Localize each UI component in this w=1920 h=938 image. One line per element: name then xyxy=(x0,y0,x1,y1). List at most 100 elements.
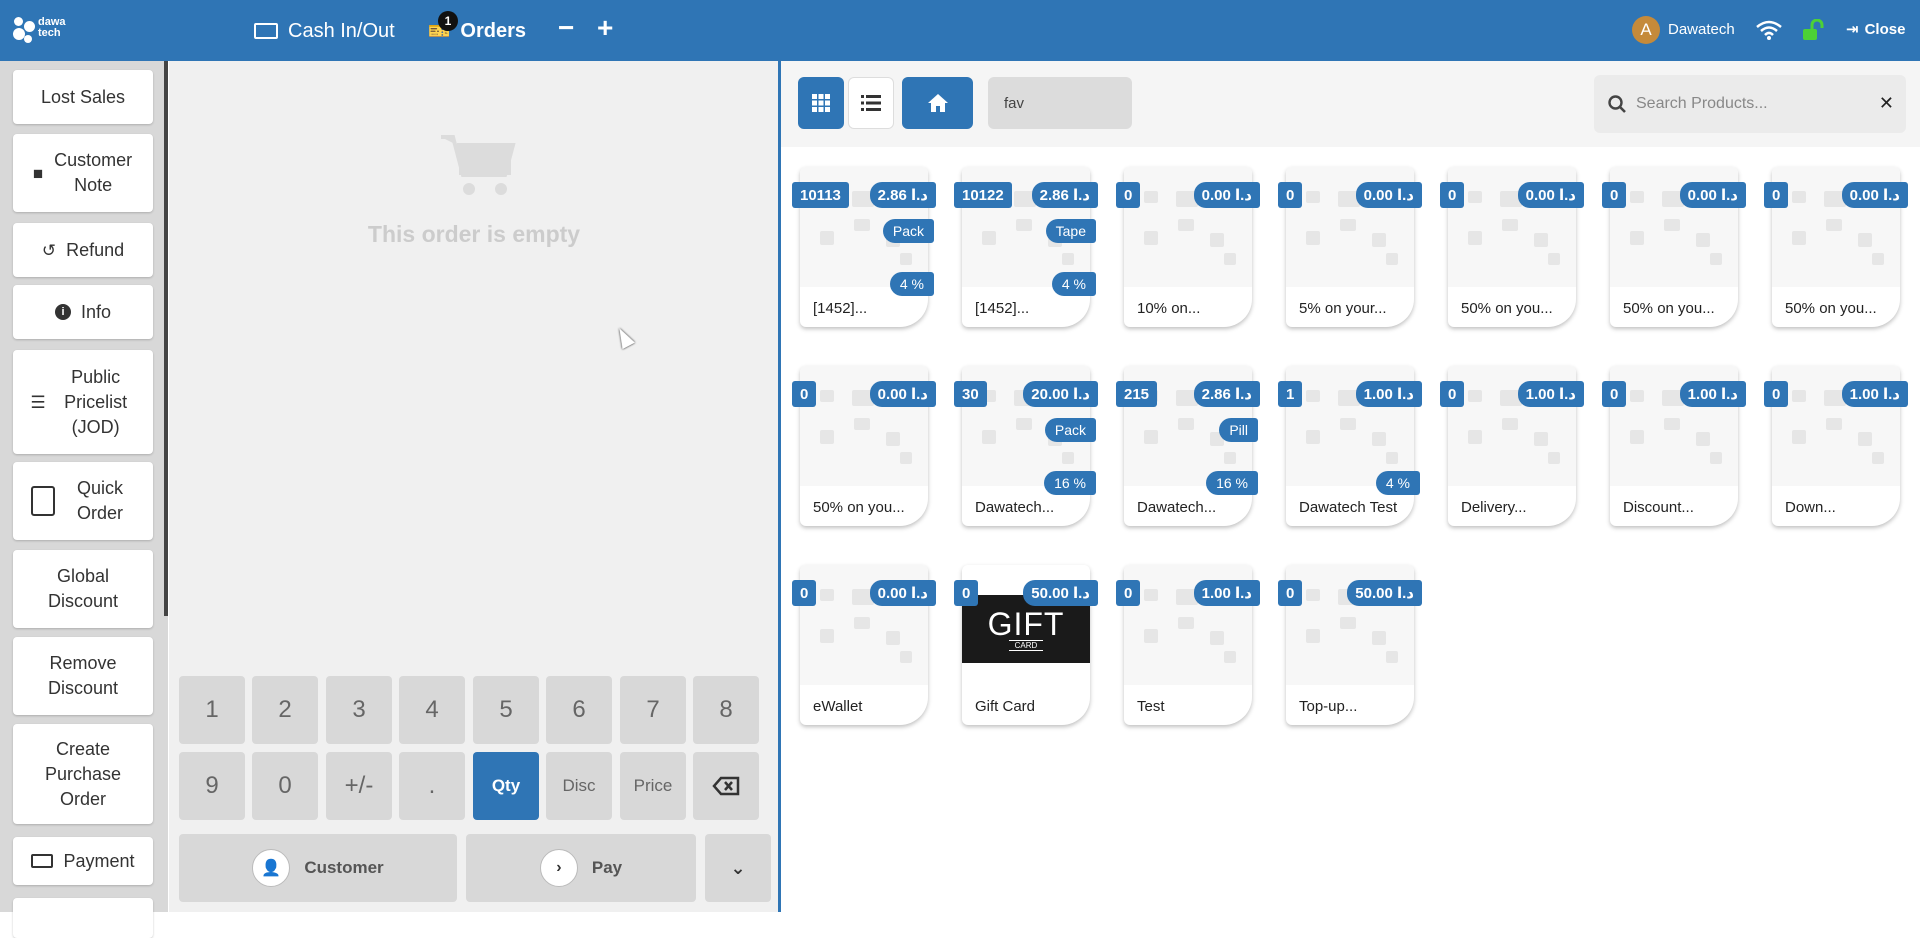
home-category-button[interactable] xyxy=(902,77,973,129)
product-price-badge: 2.86 د.ا xyxy=(869,182,936,208)
add-order-button[interactable]: + xyxy=(597,12,613,44)
product-name: Gift Card xyxy=(975,698,1036,715)
product-card[interactable]: 50% on you... 0 0.00 د.ا xyxy=(792,366,936,526)
more-options-button[interactable]: ⌄ xyxy=(705,834,771,902)
numpad-key-4[interactable]: 4 xyxy=(399,676,465,744)
lost-sales-button[interactable]: Lost Sales xyxy=(13,70,153,124)
currency-symbol: د.ا xyxy=(1882,386,1900,403)
user-avatar[interactable]: A xyxy=(1632,16,1660,44)
category-fav[interactable]: fav xyxy=(988,77,1132,129)
product-qty-badge: 30 xyxy=(954,381,987,407)
sidebar-scrollbar[interactable] xyxy=(164,61,168,616)
product-card[interactable]: [1452]... 10113 2.86 د.ا Pack 4 % xyxy=(792,167,936,327)
numpad-key-6[interactable]: 6 xyxy=(546,676,612,744)
product-name: Down... xyxy=(1785,499,1836,516)
numpad-key-2[interactable]: 2 xyxy=(252,676,318,744)
numpad-key-9[interactable]: 9 xyxy=(179,752,245,820)
numpad-key-7[interactable]: 7 xyxy=(620,676,686,744)
numpad-mode-price[interactable]: Price xyxy=(620,752,686,820)
numpad-key-8[interactable]: 8 xyxy=(693,676,759,744)
product-unit-badge: Pack xyxy=(882,219,934,243)
product-card[interactable]: GIFT CARD Gift Card 0 50.00 د.ا xyxy=(954,565,1098,725)
product-card[interactable]: 50% on you... 0 0.00 د.ا xyxy=(1440,167,1584,327)
payment-button[interactable]: Payment xyxy=(13,837,153,885)
product-card[interactable]: 50% on you... 0 0.00 د.ا xyxy=(1602,167,1746,327)
public-pricelist-button[interactable]: ☰ Public Pricelist (JOD) xyxy=(13,350,153,454)
user-name[interactable]: Dawatech xyxy=(1668,21,1735,38)
product-card[interactable]: eWallet 0 0.00 د.ا xyxy=(792,565,936,725)
product-card[interactable]: Dawatech... 30 20.00 د.ا Pack 16 % xyxy=(954,366,1098,526)
product-price-badge: 0.00 د.ا xyxy=(869,580,936,606)
numpad-key-3[interactable]: 3 xyxy=(326,676,392,744)
global-discount-button[interactable]: Global Discount xyxy=(13,550,153,628)
product-tax-badge: 16 % xyxy=(1044,471,1096,495)
product-price-badge: 0.00 د.ا xyxy=(869,381,936,407)
cash-in-out-button[interactable]: Cash In/Out xyxy=(254,16,395,46)
product-card[interactable]: Delivery... 0 1.00 د.ا xyxy=(1440,366,1584,526)
product-card[interactable]: Discount... 0 1.00 د.ا xyxy=(1602,366,1746,526)
numpad-backspace[interactable] xyxy=(693,752,759,820)
numpad-key-decimal[interactable]: . xyxy=(399,752,465,820)
numpad-key-5[interactable]: 5 xyxy=(473,676,539,744)
search-input[interactable]: Search Products... xyxy=(1636,95,1768,113)
unlock-icon[interactable] xyxy=(1802,19,1824,41)
product-price-badge: 0.00 د.ا xyxy=(1355,182,1422,208)
quick-order-button[interactable]: Quick Order xyxy=(13,462,153,540)
grid-view-button[interactable] xyxy=(798,77,844,129)
product-card[interactable]: 10% on... 0 0.00 د.ا xyxy=(1116,167,1260,327)
info-button[interactable]: i Info xyxy=(13,285,153,339)
list-view-button[interactable] xyxy=(848,77,894,129)
cash-in-out-label: Cash In/Out xyxy=(288,19,395,42)
cart-icon xyxy=(441,135,516,195)
money-icon xyxy=(31,854,54,868)
customer-button[interactable]: 👤 Customer xyxy=(179,834,457,902)
currency-symbol: د.ا xyxy=(1072,187,1090,204)
product-qty-badge: 0 xyxy=(1764,182,1789,208)
product-qty-badge: 0 xyxy=(792,381,817,407)
create-purchase-order-button[interactable]: Create Purchase Order xyxy=(13,724,153,824)
numpad-key-1[interactable]: 1 xyxy=(179,676,245,744)
currency-symbol: د.ا xyxy=(1072,386,1090,403)
currency-symbol: د.ا xyxy=(910,585,928,602)
product-name: Dawatech... xyxy=(1137,499,1217,516)
product-card[interactable]: Top-up... 0 50.00 د.ا xyxy=(1278,565,1422,725)
product-price: 0.00 xyxy=(877,385,907,403)
product-card[interactable]: 5% on your... 0 0.00 د.ا xyxy=(1278,167,1422,327)
product-search-box[interactable]: Search Products... ✕ xyxy=(1594,75,1906,133)
product-card[interactable]: Dawatech... 215 2.86 د.ا Pill 16 % xyxy=(1116,366,1260,526)
product-price-badge: 2.86 د.ا xyxy=(1193,381,1260,407)
home-icon xyxy=(927,94,948,112)
refund-button[interactable]: ↺ Refund xyxy=(13,223,153,277)
pay-button[interactable]: › Pay xyxy=(466,834,696,902)
numpad-mode-disc[interactable]: Disc xyxy=(546,752,612,820)
product-card[interactable]: Test 0 1.00 د.ا xyxy=(1116,565,1260,725)
chevron-right-icon: › xyxy=(539,849,578,887)
product-tax-badge: 4 % xyxy=(889,272,934,296)
remove-order-button[interactable]: − xyxy=(558,12,574,44)
product-card[interactable]: [1452]... 10122 2.86 د.ا Tape 4 % xyxy=(954,167,1098,327)
product-card[interactable]: Down... 0 1.00 د.ا xyxy=(1764,366,1908,526)
product-price: 1.00 xyxy=(1849,385,1879,403)
product-qty-badge: 0 xyxy=(1440,381,1465,407)
numpad-mode-qty[interactable]: Qty xyxy=(473,752,539,820)
currency-symbol: د.ا xyxy=(1558,386,1576,403)
product-price: 2.86 xyxy=(877,186,907,204)
product-qty-badge: 0 xyxy=(1764,381,1789,407)
product-qty-badge: 1 xyxy=(1278,381,1303,407)
product-price-badge: 0.00 د.ا xyxy=(1193,182,1260,208)
product-unit-badge: Tape xyxy=(1045,219,1096,243)
product-unit-badge: Pill xyxy=(1219,418,1258,442)
info-icon: i xyxy=(54,304,71,320)
more-action-button[interactable] xyxy=(13,898,153,938)
product-price-badge: 0.00 د.ا xyxy=(1517,182,1584,208)
numpad-key-plus-minus[interactable]: +/- xyxy=(326,752,392,820)
product-name: Discount... xyxy=(1623,499,1694,516)
close-button[interactable]: ⇥ Close xyxy=(1846,20,1905,39)
clear-search-icon[interactable]: ✕ xyxy=(1879,93,1894,114)
remove-discount-button[interactable]: Remove Discount xyxy=(13,637,153,715)
customer-note-button[interactable]: ■ Customer Note xyxy=(13,134,153,212)
product-card[interactable]: Dawatech Test 1 1.00 د.ا 4 % xyxy=(1278,366,1422,526)
numpad-key-0[interactable]: 0 xyxy=(252,752,318,820)
product-card[interactable]: 50% on you... 0 0.00 د.ا xyxy=(1764,167,1908,327)
product-price: 1.00 xyxy=(1687,385,1717,403)
